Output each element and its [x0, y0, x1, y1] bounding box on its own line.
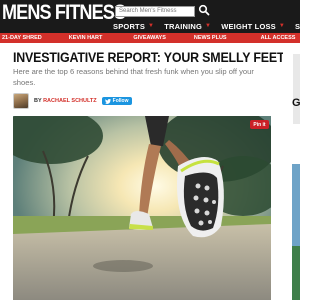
article-subtitle: Here are the top 6 reasons behind that f…: [13, 67, 254, 87]
nav-item-label: WEIGHT LOSS: [221, 21, 276, 31]
chevron-down-icon: ▼: [148, 23, 155, 29]
byline-text: BY RACHAEL SCHULTZ: [34, 98, 97, 104]
nav-item-label: STYLE: [295, 21, 320, 31]
chevron-down-icon: ▼: [205, 23, 212, 29]
search-icon[interactable]: [198, 4, 210, 16]
follow-label: Follow: [112, 98, 129, 104]
subnav-item-giveaways[interactable]: GIVEAWAYS: [133, 35, 166, 41]
hero-image-runner: [13, 116, 271, 300]
author-name[interactable]: RACHAEL SCHULTZ: [43, 98, 97, 104]
search-input[interactable]: Search Men's Fitness: [115, 6, 195, 17]
nav-item-weight-loss[interactable]: WEIGHT LOSS ▼: [221, 20, 285, 32]
twitter-follow-button[interactable]: Follow: [101, 97, 132, 105]
svg-text:G: G: [292, 97, 300, 109]
nav-item-style[interactable]: STYLE▼: [295, 20, 320, 32]
article-title: INVESTIGATIVE REPORT: YOUR SMELLY FEET: [13, 50, 285, 65]
byline-prefix: BY: [34, 98, 42, 104]
pin-it-button[interactable]: Pin it: [250, 120, 269, 129]
author-avatar[interactable]: [13, 93, 29, 109]
nav-item-label: TRAINING: [164, 21, 203, 31]
sub-nav: 21-DAY SHRED KEVIN HART GIVEAWAYS NEWS P…: [0, 33, 300, 43]
nav-item-sports[interactable]: SPORTS ▼: [113, 20, 154, 32]
sidebar-ad[interactable]: G: [283, 46, 300, 300]
site-logo[interactable]: MENS FITNESS: [2, 2, 126, 24]
nav-item-training[interactable]: TRAINING ▼: [164, 20, 211, 32]
twitter-bird-icon: [104, 98, 111, 104]
chevron-down-icon: ▼: [278, 23, 286, 29]
subnav-item-all-access[interactable]: ALL ACCESS: [261, 35, 296, 41]
byline: BY RACHAEL SCHULTZ Follow: [13, 93, 132, 109]
subnav-item-news-plus[interactable]: NEWS PLUS: [194, 35, 227, 41]
main-nav: SPORTS▼ TRAINING▼ WEIGHT LOSS▼ STYLE▼: [113, 20, 320, 32]
nav-item-label: SPORTS: [113, 21, 146, 31]
subnav-item-21-day-shred[interactable]: 21-DAY SHRED: [2, 35, 42, 41]
subnav-item-kevin-hart[interactable]: KEVIN HART: [69, 35, 103, 41]
site-header: MENS FITNESS Search Men's Fitness SPORTS…: [0, 0, 320, 33]
